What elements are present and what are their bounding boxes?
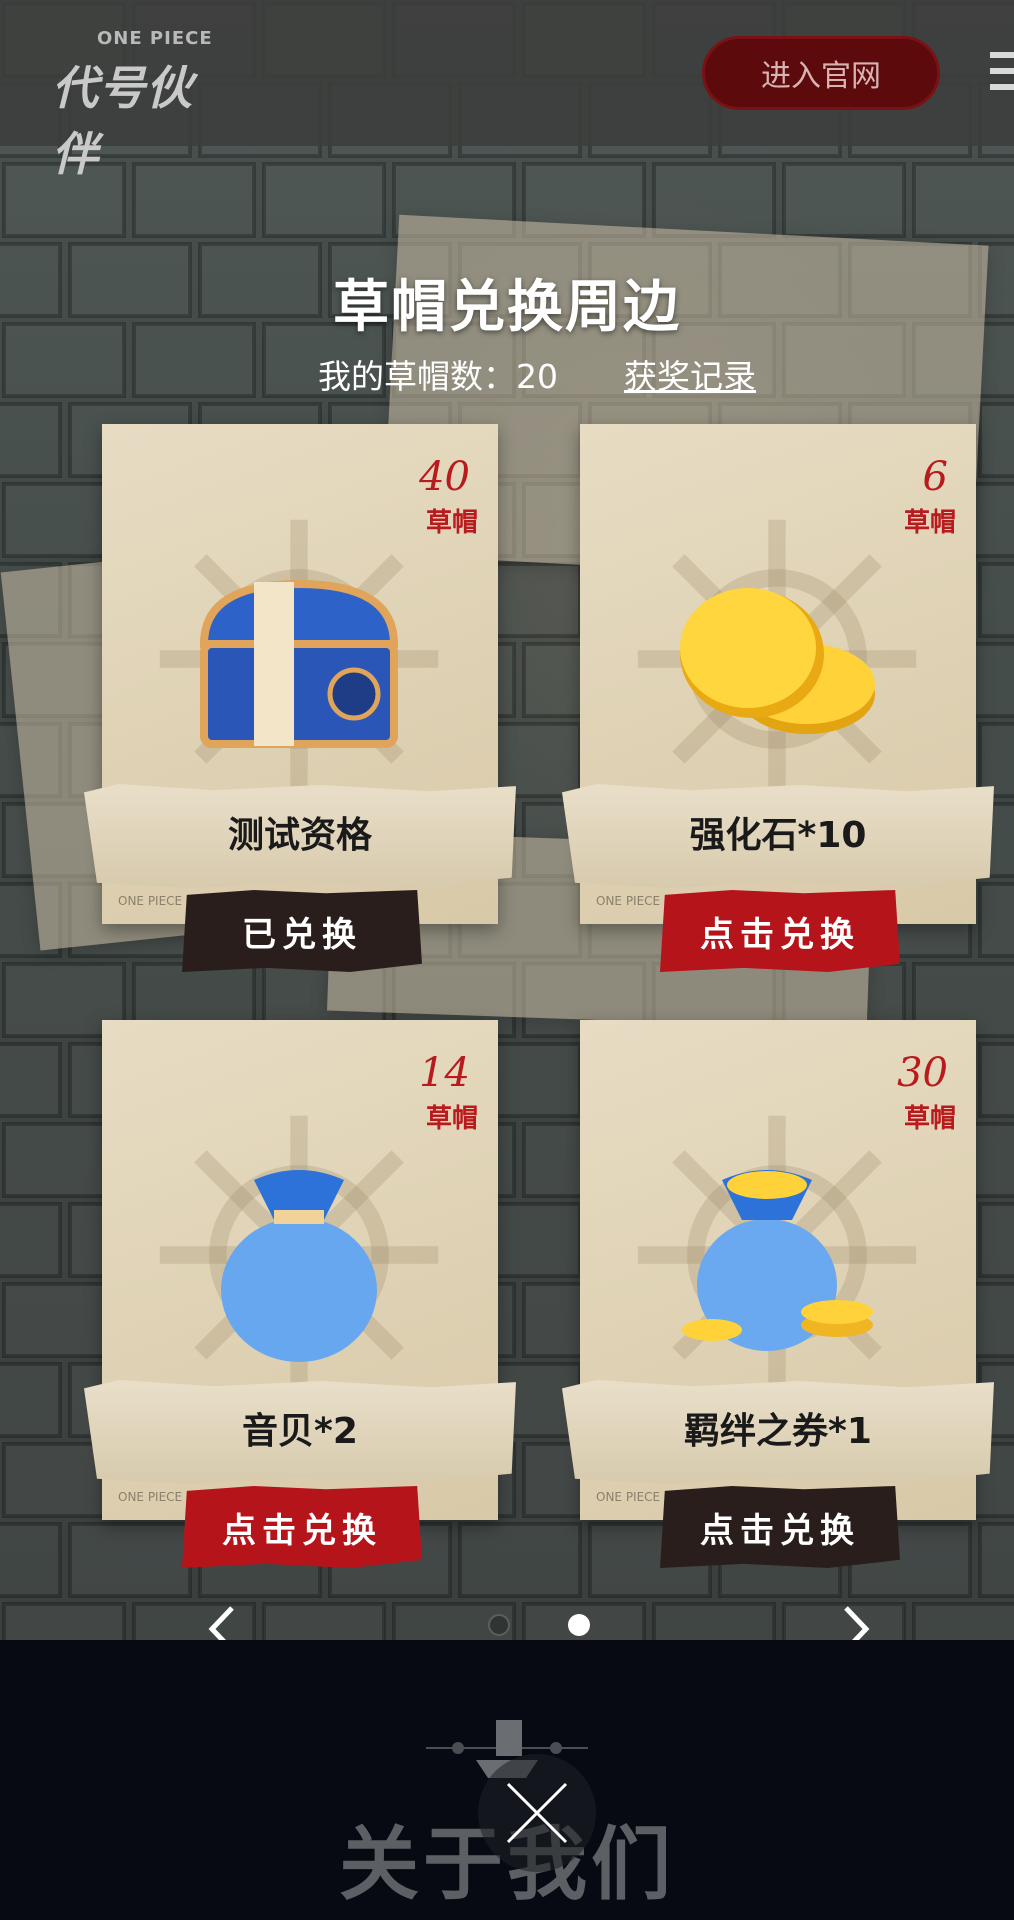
cost-amount: 6 (922, 454, 948, 500)
item-name: 强化石*10 (689, 815, 867, 856)
card-footnote: ONE PIECE (596, 1490, 661, 1504)
hat-count-display: 我的草帽数：20 (318, 350, 558, 398)
reward-card: 30 草帽 羁绊之券*1 ONE PIECE 点击兑换 (562, 1020, 994, 1580)
close-button[interactable] (478, 1754, 596, 1872)
prize-record-link[interactable]: 获奖记录 (624, 350, 756, 398)
hat-count-label: 我的草帽数： (318, 357, 516, 396)
top-header: ONE PIECE 代号伙伴 进入官网 (0, 0, 1014, 181)
logo-small-text: ONE PIECE (97, 28, 213, 49)
close-icon (506, 1782, 568, 1844)
reward-card: 40 草帽 测试资格 ONE PIECE 已兑换 (84, 424, 516, 984)
redeem-button[interactable]: 点击兑换 (182, 1486, 422, 1568)
gold-coins-icon (680, 588, 875, 734)
cost-unit: 草帽 (425, 508, 478, 538)
reward-card: 6 草帽 强化石*10 ONE PIECE 点击兑换 (562, 424, 994, 984)
treasure-chest-icon (199, 579, 399, 748)
official-site-button[interactable]: 进入官网 (702, 36, 940, 110)
pagination-dot-1[interactable] (488, 1614, 510, 1636)
item-name: 羁绊之券*1 (684, 1411, 872, 1452)
redeemed-button[interactable]: 已兑换 (182, 890, 422, 972)
coin-bag-icon (682, 1170, 873, 1351)
cost-amount: 40 (419, 454, 470, 500)
cost-unit: 草帽 (903, 1104, 956, 1134)
item-name: 测试资格 (227, 815, 372, 856)
card-footnote: ONE PIECE (596, 894, 661, 908)
reward-card: 14 草帽 音贝*2 ONE PIECE 点击兑换 (84, 1020, 516, 1580)
redeem-button[interactable]: 点击兑换 (660, 890, 900, 972)
redeem-button[interactable]: 点击兑换 (660, 1486, 900, 1568)
page-title: 草帽兑换周边 (333, 274, 681, 340)
blue-bag-icon (221, 1170, 377, 1362)
hat-count-value: 20 (516, 357, 558, 396)
cost-unit: 草帽 (425, 1104, 478, 1134)
logo-title: 代号伙伴 (52, 61, 193, 181)
menu-icon[interactable] (990, 52, 1014, 96)
card-footnote: ONE PIECE (118, 1490, 183, 1504)
item-name: 音贝*2 (242, 1411, 358, 1452)
pagination-dot-2[interactable] (568, 1614, 590, 1636)
cost-unit: 草帽 (903, 508, 956, 538)
cost-amount: 30 (897, 1050, 948, 1096)
game-logo[interactable]: ONE PIECE 代号伙伴 (52, 28, 232, 181)
card-footnote: ONE PIECE (118, 894, 183, 908)
cost-amount: 14 (419, 1050, 470, 1096)
